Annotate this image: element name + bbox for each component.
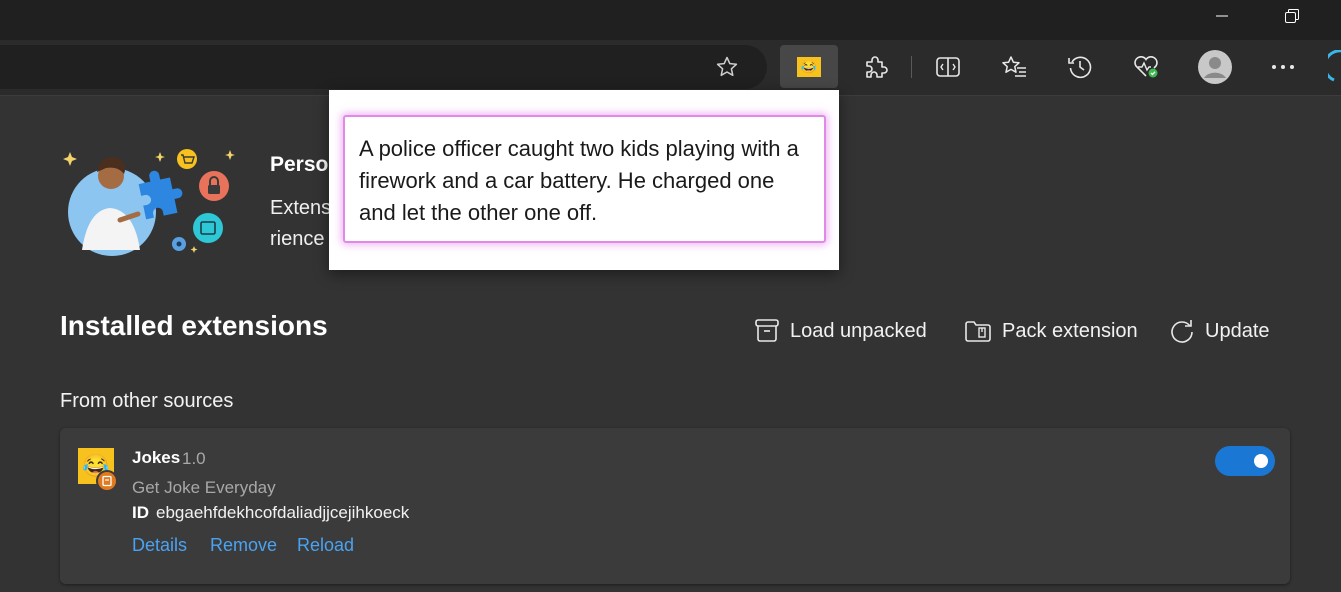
history-button[interactable] [1051, 45, 1109, 88]
address-bar[interactable] [0, 45, 767, 89]
extension-id-label: ID [132, 503, 149, 522]
pack-extension-label: Pack extension [1002, 319, 1138, 342]
extensions-hero-illustration [63, 149, 235, 256]
browser-essentials-button[interactable] [1117, 45, 1175, 88]
more-menu-icon [1272, 64, 1294, 69]
update-label: Update [1205, 319, 1270, 342]
history-icon [1068, 56, 1092, 78]
jokes-popup: A police officer caught two kids playing… [329, 90, 839, 270]
split-screen-icon [936, 56, 960, 77]
extension-id: ebgaehfdekhcofdaliadjjcejihkoeck [156, 503, 410, 522]
jokes-extension-icon: 😂 [797, 56, 821, 77]
minimize-icon [1216, 15, 1228, 17]
toggle-knob [1254, 454, 1268, 468]
extension-description: Get Joke Everyday [132, 478, 276, 497]
copilot-icon[interactable] [1328, 50, 1341, 86]
browser-toolbar: 😂 [0, 40, 1341, 96]
restore-icon [1285, 9, 1299, 23]
reload-link[interactable]: Reload [297, 535, 354, 556]
joke-card: A police officer caught two kids playing… [343, 115, 826, 243]
remove-link[interactable]: Remove [210, 535, 277, 556]
extension-card: 😂 Jokes 1.0 Get Joke Everyday ID ebgaehf… [60, 428, 1290, 584]
toolbar-separator [911, 56, 912, 78]
extensions-button[interactable] [846, 45, 904, 88]
browser-essentials-icon [1134, 55, 1158, 77]
extension-name: Jokes [132, 448, 181, 467]
details-link[interactable]: Details [132, 535, 187, 556]
profile-avatar [1198, 49, 1232, 84]
restore-button[interactable] [1269, 0, 1315, 32]
star-icon[interactable] [715, 55, 739, 79]
extension-version: 1.0 [182, 449, 206, 468]
unpacked-badge-icon [96, 470, 118, 492]
archive-icon [755, 319, 779, 342]
extension-enable-toggle[interactable] [1215, 446, 1275, 476]
minimize-button[interactable] [1199, 0, 1245, 32]
update-button[interactable]: Update [1169, 314, 1270, 348]
split-screen-button[interactable] [919, 45, 977, 88]
favorites-button[interactable] [985, 45, 1043, 88]
jokes-extension-button[interactable]: 😂 [780, 45, 838, 88]
load-unpacked-button[interactable]: Load unpacked [754, 314, 927, 348]
more-menu-button[interactable] [1254, 45, 1312, 88]
refresh-icon [1171, 320, 1193, 343]
pack-extension-icon [965, 321, 991, 342]
load-unpacked-label: Load unpacked [790, 319, 927, 342]
pack-extension-button[interactable]: Pack extension [964, 314, 1138, 348]
favorites-icon [1002, 55, 1026, 77]
title-bar [0, 0, 1341, 40]
profile-button[interactable] [1186, 45, 1244, 88]
joke-text: A police officer caught two kids playing… [359, 136, 799, 225]
installed-extensions-heading: Installed extensions [60, 310, 328, 341]
extensions-puzzle-icon [866, 55, 888, 78]
hero-title: Perso [270, 153, 329, 176]
other-sources-heading: From other sources [60, 390, 234, 412]
